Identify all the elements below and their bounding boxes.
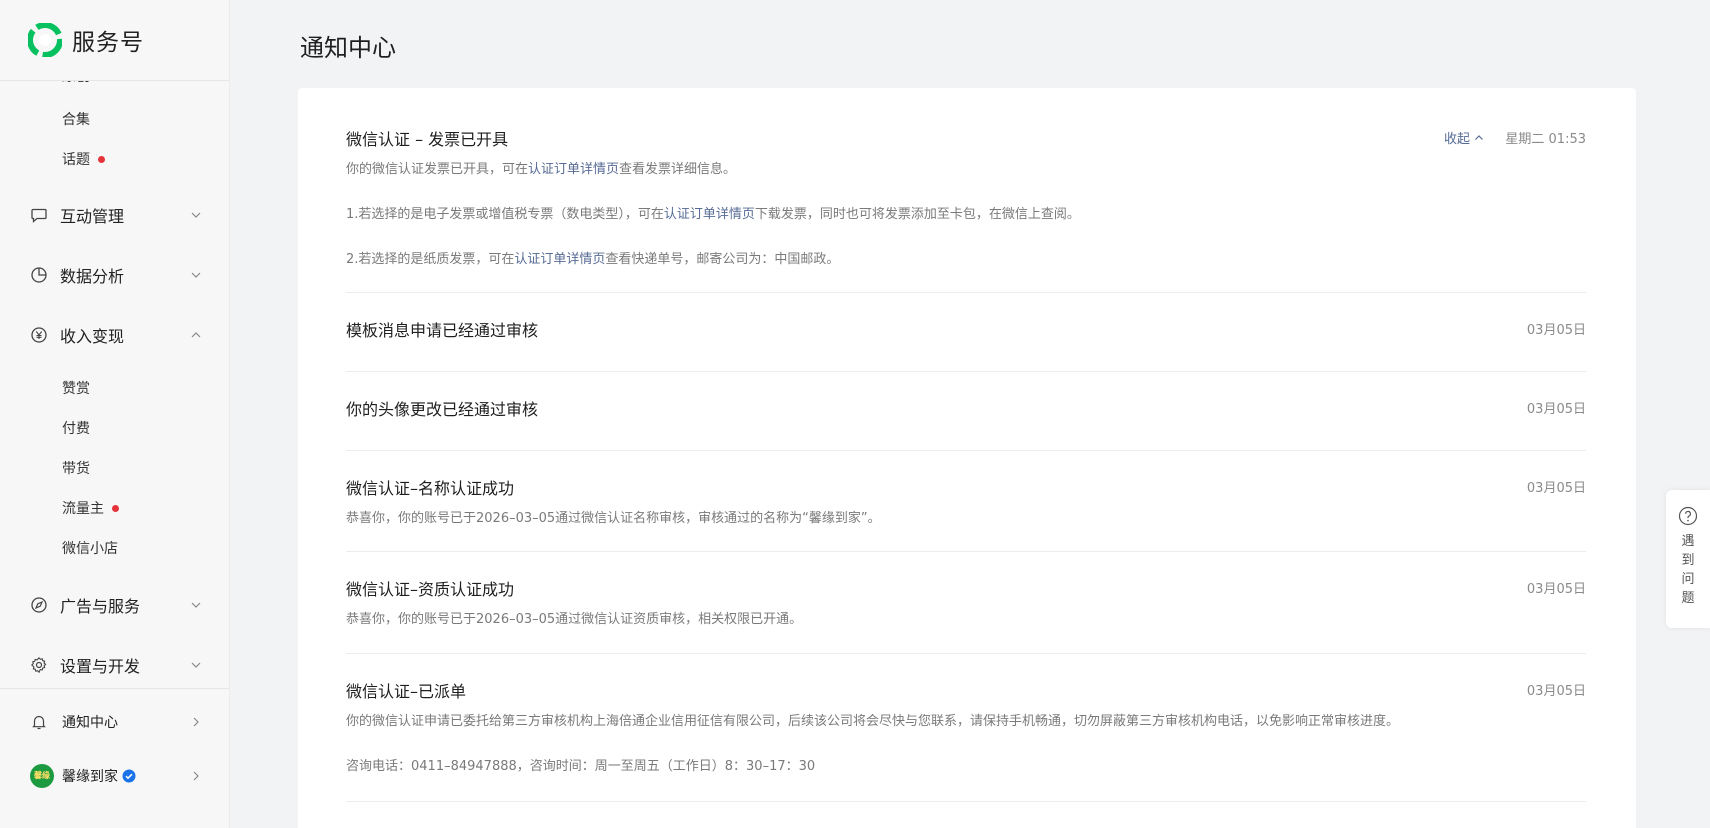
notification-date: 星期二 01:53 xyxy=(1505,132,1586,147)
sidebar-group-label: 设置与开发 xyxy=(60,657,141,676)
order-detail-link[interactable]: 认证订单详情页 xyxy=(664,207,755,222)
chevron-up-icon xyxy=(191,332,201,338)
chevron-up-icon xyxy=(1475,134,1483,140)
sidebar-item-label: 赞赏 xyxy=(62,381,90,397)
chevron-down-icon xyxy=(191,272,201,278)
bell-icon xyxy=(32,715,46,730)
help-float-button[interactable]: 遇到问题 xyxy=(1666,490,1710,628)
chevron-down-icon xyxy=(191,212,201,218)
collapse-label: 收起 xyxy=(1443,132,1470,147)
notification-item-qualification-verified[interactable]: 微信认证–资质认证成功 03月05日 恭喜你，你的账号已于2026–03–05通… xyxy=(346,576,1586,654)
unread-dot xyxy=(112,504,119,512)
sidebar-item-label: 话题 xyxy=(62,152,90,168)
sidebar-group-ads-services[interactable]: 广告与服务 xyxy=(30,593,202,617)
unread-dot xyxy=(98,155,105,163)
sidebar-item-wechat-shop[interactable]: 微信小店 xyxy=(62,538,118,558)
notification-item-name-verified[interactable]: 微信认证–名称认证成功 03月05日 恭喜你，你的账号已于2026–03–05通… xyxy=(346,475,1586,552)
verified-badge-icon xyxy=(122,769,136,783)
notification-date: 03月05日 xyxy=(1526,402,1586,417)
sidebar-item-label: 通知中心 xyxy=(62,715,118,731)
notification-date: 03月05日 xyxy=(1526,481,1586,496)
sidebar-item-topic[interactable]: 话题 xyxy=(62,149,105,169)
sidebar-item-traffic-owner[interactable]: 流量主 xyxy=(62,498,119,518)
sidebar-group-label: 广告与服务 xyxy=(60,597,141,616)
sidebar-group-label: 收入变现 xyxy=(60,327,125,346)
notification-title: 微信认证 – 发票已开具 xyxy=(346,130,509,149)
notification-item-invoice[interactable]: 微信认证 – 发票已开具 收起 星期二 01:53 你的微信认证发票已开具，可在… xyxy=(346,126,1586,293)
body-text: 2.若选择的是纸质发票，可在 xyxy=(346,252,515,267)
brand-header[interactable]: 服务号 xyxy=(0,0,229,81)
order-detail-link[interactable]: 认证订单详情页 xyxy=(514,252,605,267)
sidebar-item-commerce[interactable]: 带货 xyxy=(62,458,90,478)
sidebar-item-label: 带货 xyxy=(62,461,90,477)
notification-title: 微信认证–资质认证成功 xyxy=(346,580,515,599)
notification-date: 03月05日 xyxy=(1526,582,1586,597)
body-text: 下载发票，同时也可将发票添加至卡包，在微信上查阅。 xyxy=(754,207,1080,222)
sidebar-item-label: 付费 xyxy=(62,421,90,437)
gear-icon xyxy=(30,656,47,674)
notification-body-line: 2.若选择的是纸质发票，可在认证订单详情页查看快递单号，邮寄公司为：中国邮政。 xyxy=(346,248,839,267)
account-name-wrap: 馨缘到家 xyxy=(62,766,190,786)
notification-title: 微信认证–已派单 xyxy=(346,682,467,701)
sidebar-item-label: 流量主 xyxy=(62,501,104,517)
chevron-down-icon xyxy=(191,602,201,608)
sidebar-group-settings-dev[interactable]: 设置与开发 xyxy=(30,653,202,677)
sidebar-footer: 通知中心 馨缘 馨缘到家 xyxy=(0,688,229,828)
notification-list-panel: 微信认证 – 发票已开具 收起 星期二 01:53 你的微信认证发票已开具，可在… xyxy=(298,88,1636,828)
collapse-button[interactable]: 收起 xyxy=(1444,128,1484,147)
notification-body: 恭喜你，你的账号已于2026–03–05通过微信认证名称审核，审核通过的名称为“… xyxy=(346,511,881,526)
chevron-down-icon xyxy=(191,662,201,668)
sidebar-group-analytics[interactable]: 数据分析 xyxy=(30,263,202,287)
notification-item-avatar-change[interactable]: 你的头像更改已经通过审核 03月05日 xyxy=(346,396,1586,451)
sidebar-item-label: 微信小店 xyxy=(62,541,118,557)
compass-icon xyxy=(31,597,47,613)
body-text: 1.若选择的是电子发票或增值税专票（数电类型），可在 xyxy=(346,207,664,222)
body-text: 查看快递单号，邮寄公司为：中国邮政。 xyxy=(605,252,840,267)
pie-chart-icon xyxy=(31,267,47,283)
notification-body-line: 1.若选择的是电子发票或增值税专票（数电类型），可在认证订单详情页下载发票，同时… xyxy=(346,203,1080,222)
yen-circle-icon xyxy=(31,327,47,343)
notification-title: 模板消息申请已经通过审核 xyxy=(346,321,539,340)
notification-body: 恭喜你，你的账号已于2026–03–05通过微信认证资质审核，相关权限已开通。 xyxy=(346,612,803,627)
sidebar-group-interaction[interactable]: 互动管理 xyxy=(30,203,202,227)
notification-date: 03月05日 xyxy=(1526,684,1586,699)
notification-title: 微信认证–名称认证成功 xyxy=(346,479,515,498)
notification-item-template-message[interactable]: 模板消息申请已经通过审核 03月05日 xyxy=(346,317,1586,372)
notification-body-contact: 咨询电话：0411–84947888，咨询时间：周一至周五（工作日）8：30–1… xyxy=(346,759,816,774)
notification-body: 你的微信认证申请已委托给第三方审核机构上海倍通企业信用征信有限公司，后续该公司将… xyxy=(346,714,1400,729)
chevron-right-icon xyxy=(193,717,199,727)
sidebar-item-label: 合集 xyxy=(62,112,90,128)
sidebar-item-collection[interactable]: 合集 xyxy=(62,109,90,129)
notification-item-dispatched[interactable]: 微信认证–已派单 03月05日 你的微信认证申请已委托给第三方审核机构上海倍通企… xyxy=(346,678,1586,802)
body-text: 你的微信认证发票已开具，可在 xyxy=(346,162,529,177)
chevron-right-icon xyxy=(193,771,199,781)
help-label: 遇到问题 xyxy=(1681,534,1695,606)
account-name: 馨缘到家 xyxy=(62,769,118,785)
brand-name: 服务号 xyxy=(72,30,144,56)
avatar: 馨缘 xyxy=(30,764,54,788)
notification-date: 03月05日 xyxy=(1526,323,1586,338)
sidebar-item-notification-center[interactable]: 通知中心 xyxy=(30,709,202,735)
sidebar-group-label: 数据分析 xyxy=(60,267,125,286)
sidebar: 服务号 原创 合集 话题 互动管理 数据分析 收入变现 赞赏 xyxy=(0,0,230,828)
sidebar-item-reward[interactable]: 赞赏 xyxy=(62,378,90,398)
page-title: 通知中心 xyxy=(300,34,396,62)
order-detail-link[interactable]: 认证订单详情页 xyxy=(528,162,619,177)
account-switcher[interactable]: 馨缘 馨缘到家 xyxy=(30,763,202,789)
notification-title: 你的头像更改已经通过审核 xyxy=(346,400,539,419)
sidebar-group-monetization[interactable]: 收入变现 xyxy=(30,323,202,347)
sidebar-item-paid[interactable]: 付费 xyxy=(62,418,90,438)
sidebar-group-label: 互动管理 xyxy=(60,207,125,226)
body-text: 查看发票详细信息。 xyxy=(619,162,737,177)
wechat-service-logo-icon xyxy=(28,23,62,57)
notification-body-line: 你的微信认证发票已开具，可在认证订单详情页查看发票详细信息。 xyxy=(346,158,736,177)
question-circle-icon xyxy=(1678,506,1698,526)
chat-bubble-icon xyxy=(31,208,47,223)
